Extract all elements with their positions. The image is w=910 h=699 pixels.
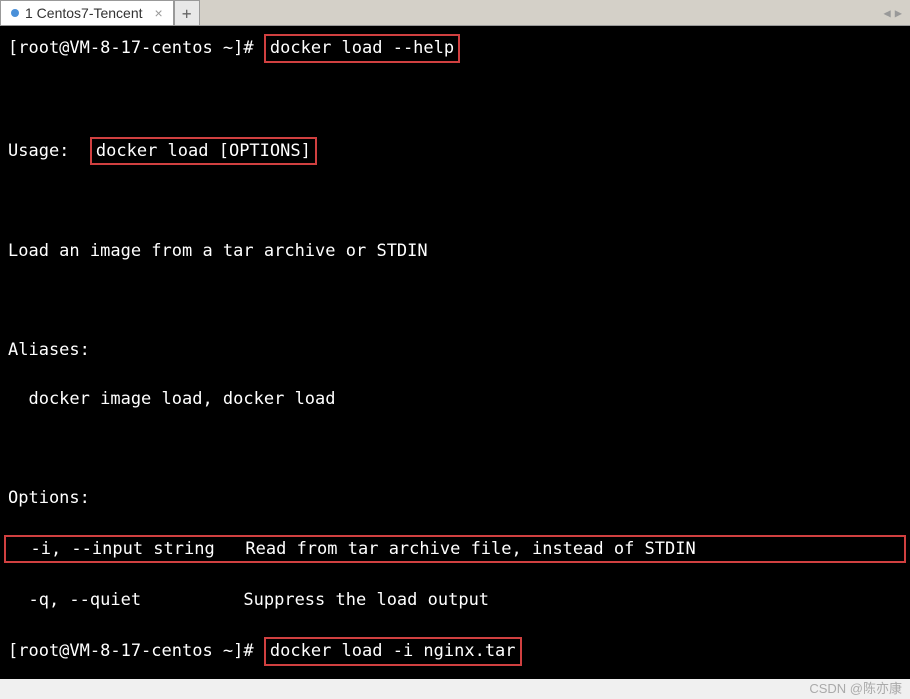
aliases-label: Aliases: — [8, 338, 902, 363]
aliases-text: docker image load, docker load — [8, 387, 902, 412]
option-input: -i, --input string Read from tar archive… — [4, 535, 906, 564]
prompt: [root@VM-8-17-centos ~]# — [8, 38, 254, 58]
option-quiet: -q, --quiet Suppress the load output — [8, 588, 902, 613]
options-label: Options: — [8, 486, 902, 511]
command-docker-load-nginx: docker load -i nginx.tar — [264, 637, 522, 666]
command-docker-load-help: docker load --help — [264, 34, 460, 63]
description: Load an image from a tar archive or STDI… — [8, 239, 902, 264]
usage-label: Usage: — [8, 141, 69, 161]
tab-bar: 1 Centos7-Tencent × + ◀ ▶ — [0, 0, 910, 26]
terminal[interactable]: [root@VM-8-17-centos ~]# docker load --h… — [0, 26, 910, 679]
tab-label: 1 Centos7-Tencent — [25, 5, 143, 21]
nav-left-icon[interactable]: ◀ — [884, 6, 891, 20]
tab-status-icon — [11, 9, 19, 17]
usage-command: docker load [OPTIONS] — [90, 137, 317, 166]
tab-centos[interactable]: 1 Centos7-Tencent × — [0, 0, 174, 25]
nav-arrows: ◀ ▶ — [876, 0, 910, 25]
prompt: [root@VM-8-17-centos ~]# — [8, 641, 254, 661]
nav-right-icon[interactable]: ▶ — [895, 6, 902, 20]
close-icon[interactable]: × — [155, 5, 163, 21]
watermark: CSDN @陈亦康 — [809, 678, 902, 697]
add-tab-button[interactable]: + — [174, 0, 200, 25]
